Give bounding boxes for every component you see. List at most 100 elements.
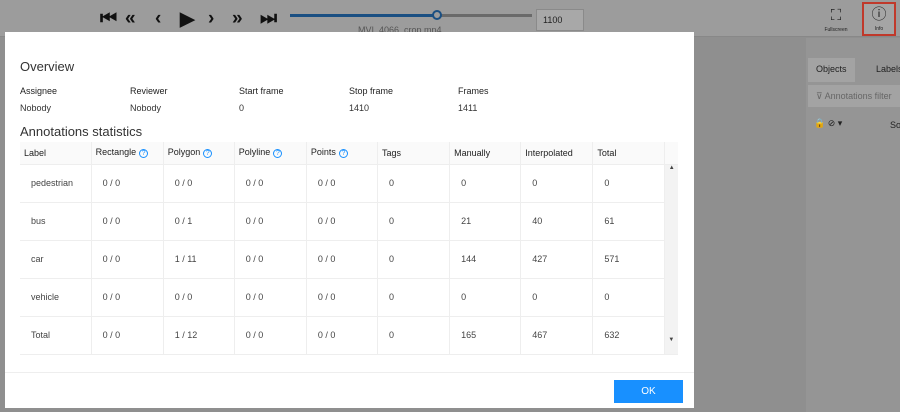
first-frame-icon[interactable]: ⏮ [100,8,117,30]
overview-value: Nobody [20,103,52,113]
table-cell: Total [20,316,92,355]
frame-slider[interactable] [290,10,532,20]
overview-value: Nobody [130,103,162,113]
column-header: Total [592,142,666,165]
fullscreen-button[interactable]: ⛶ Fullscreen [818,5,854,33]
overview-field: Start frame 0 [239,86,284,120]
lock-icon[interactable]: 🔒 ⊘ ▾ [814,118,842,129]
table-cell: 571 [592,240,666,279]
tab-labels[interactable]: Labels [868,58,900,82]
table-cell: 0 / 0 [234,278,307,317]
overview-key: Reviewer [130,86,168,96]
table-cell: 0 [377,278,451,317]
stats-title: Annotations statistics [20,124,143,139]
overview-field: Reviewer Nobody [130,86,168,120]
column-header: Interpolated [520,142,594,165]
info-icon: ⓘ [871,6,887,23]
tab-objects[interactable]: Objects [808,58,855,82]
footer-divider [5,372,694,373]
table-row: vehicle 0 / 00 / 00 / 00 / 00000 [20,278,678,317]
table-cell: 0 / 1 [163,202,235,241]
help-icon[interactable]: ? [338,149,348,159]
table-row: pedestrian 0 / 00 / 00 / 00 / 0 0 0 0 0 ▲ ▼ [20,164,678,355]
column-header: Tags [377,142,451,165]
annotations-statistics-table: Label Rectangle? Polygon? Polyline? Points? T… [20,142,678,355]
table-cell: 0 [449,164,522,203]
column-header: Manually [449,142,522,165]
table-cell: 1 / 11 [163,240,235,279]
table-cell: 0 / 0 [306,202,379,241]
overview-field: Stop frame 1410 [349,86,393,120]
overview-key: Assignee [20,86,58,96]
table-cell: 0 / 0 [163,278,235,317]
overview-field: Frames 1411 [458,86,489,120]
column-header: Polygon? [163,142,235,165]
table-cell: 0 / 0 [234,202,307,241]
table-cell: car [20,240,92,279]
table-cell: 0 / 0 [306,164,379,203]
table-cell: pedestrian [20,164,92,203]
column-header: Label [20,142,92,165]
table-cell: 0 / 0 [306,316,379,355]
overview-value: 1410 [349,103,370,113]
previous-icon[interactable]: ‹ [155,8,161,30]
overview-key: Frames [458,86,489,96]
help-icon[interactable]: ? [203,149,213,159]
table-cell: bus [20,202,92,241]
table-row: Total 0 / 01 / 12 0 / 00 / 0 0 165 467 632 [20,316,678,355]
fast-backward-icon[interactable]: « [125,8,136,30]
overview-key: Stop frame [349,86,394,96]
table-cell: 0 / 0 [91,164,164,203]
table-cell: 0 / 0 [306,278,379,317]
table-cell: 0 [520,278,594,317]
next-icon[interactable]: › [208,8,214,30]
play-icon[interactable]: ▶ [180,8,195,31]
table-cell: 1 / 12 [163,316,235,355]
column-header: Rectangle? [91,142,164,165]
column-header: Points? [306,142,379,165]
annotations-filter-input[interactable]: ⊽ Annotations filter [808,85,900,107]
table-cell: 0 [520,164,594,203]
scroll-up-icon[interactable]: ▲ [669,165,675,171]
scrollbar-header [664,142,678,165]
overview-value: 1411 [458,103,478,113]
sort-label[interactable]: Sort [890,120,900,130]
table-cell: 0 [449,278,522,317]
table-cell: 40 [520,202,594,241]
table-cell: 0 / 0 [163,164,235,203]
ok-button[interactable]: OK [614,380,683,403]
table-cell: 0 [377,164,451,203]
fullscreen-icon: ⛶ [830,7,842,24]
help-icon[interactable]: ? [139,149,149,159]
table-cell: 0 [377,316,451,355]
table-cell: 144 [449,240,522,279]
table-cell: 0 [592,164,666,203]
table-scrollbar[interactable]: ▲ ▼ [664,164,678,355]
overview-value: 0 [239,103,245,113]
table-cell: 165 [449,316,522,355]
table-cell: 0 / 0 [91,240,164,279]
overview-key: Start frame [239,86,284,96]
frame-input[interactable]: 1100 [536,9,584,31]
table-cell: 61 [592,202,666,241]
overview-title: Overview [20,59,75,74]
scroll-down-icon[interactable]: ▼ [668,337,674,343]
table-cell: 0 / 0 [234,164,307,203]
table-cell: 427 [520,240,594,279]
info-modal: Overview Assignee Nobody Reviewer Nobody Sta… [5,32,694,408]
table-cell: 0 [377,202,451,241]
table-cell: 0 / 0 [91,278,164,317]
table-cell: 21 [449,202,522,241]
fast-forward-icon[interactable]: » [232,8,243,30]
help-icon[interactable]: ? [273,149,283,159]
table-cell: 0 / 0 [91,316,164,355]
column-header: Polyline? [234,142,307,165]
info-button[interactable]: ⓘ Info [862,2,896,36]
table-cell: 0 / 0 [234,240,307,279]
last-frame-icon[interactable]: ⏭ [260,8,277,30]
objects-sidebar: Objects Labels ⊽ Annotations filter 🔒 ⊘ … [806,38,900,412]
table-row: bus 0 / 00 / 10 / 00 / 0 0 21 40 61 [20,202,678,241]
table-cell: 0 [377,240,451,279]
overview-field: Assignee Nobody [20,86,57,120]
table-cell: vehicle [20,278,92,317]
